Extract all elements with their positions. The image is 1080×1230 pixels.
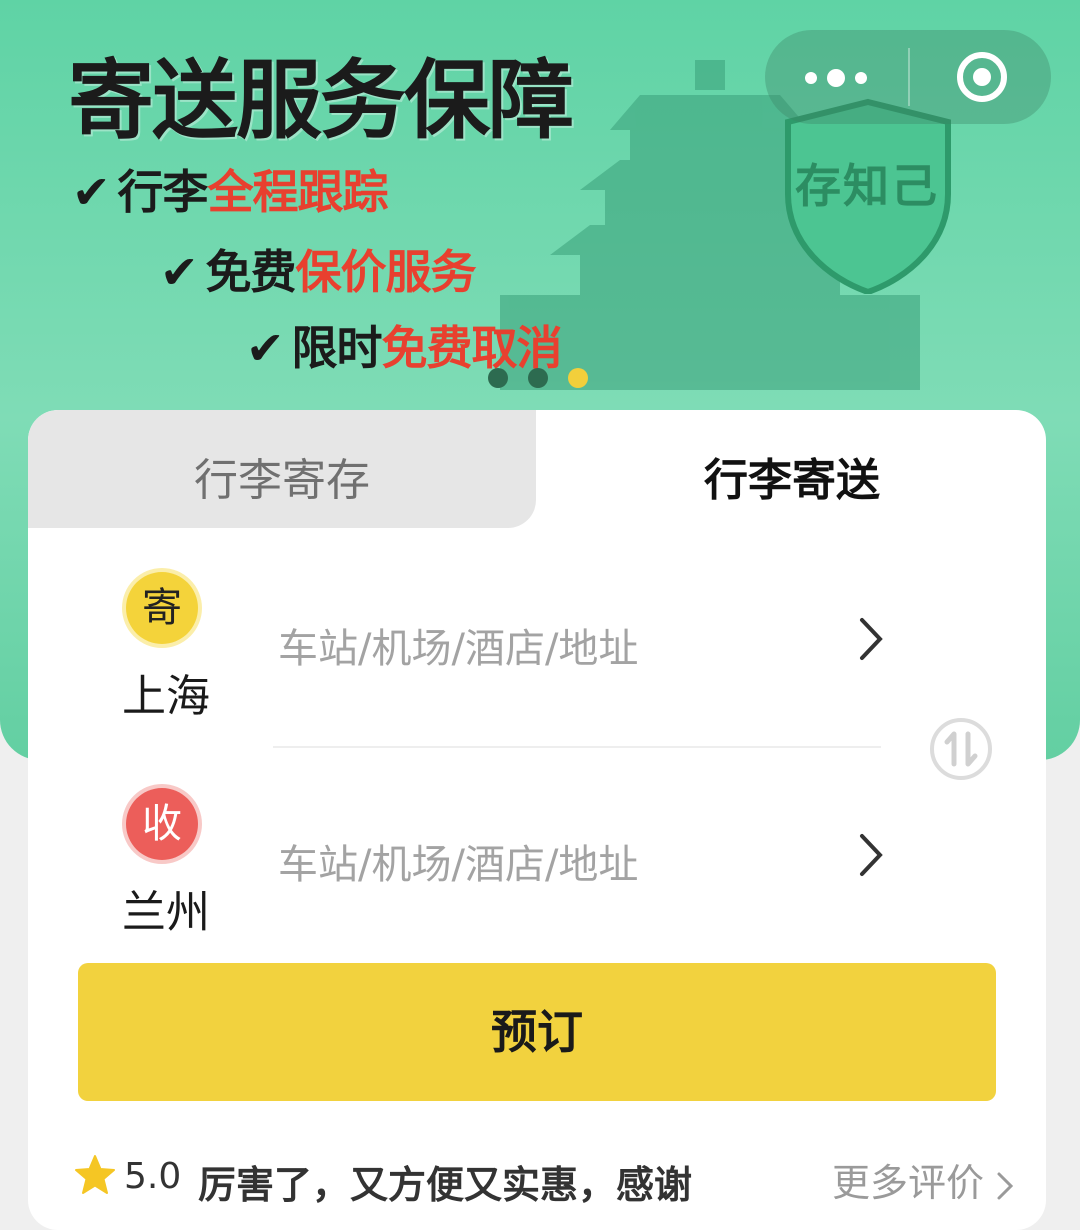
feature-prefix: 免费 [205, 245, 297, 299]
star-icon [75, 1155, 115, 1194]
receiver-address-input[interactable]: 车站/机场/酒店/地址 [278, 832, 638, 890]
feature-prefix: 行李 [117, 165, 209, 219]
chevron-right-icon[interactable] [856, 616, 886, 662]
feature-insurance: ✔ 免费保价服务 [160, 236, 477, 302]
check-icon: ✔ [160, 245, 199, 299]
check-icon: ✔ [72, 165, 111, 219]
shield-logo-text: 存知己 [795, 159, 939, 213]
feature-highlight: 保价服务 [295, 245, 477, 299]
chevron-right-icon[interactable] [856, 832, 886, 878]
carousel-dot-active[interactable] [568, 368, 588, 388]
capsule-divider [908, 48, 910, 106]
carousel-dot[interactable] [488, 368, 508, 388]
feature-highlight: 全程跟踪 [207, 165, 389, 219]
sender-badge: 寄 [126, 572, 198, 644]
tab-shipping-label[interactable]: 行李寄送 [704, 444, 880, 508]
chevron-right-icon[interactable] [996, 1171, 1014, 1201]
mini-program-capsule [765, 30, 1051, 124]
review-text: 厉害了，又方便又实惠，感谢 [198, 1163, 693, 1207]
booking-card: 行李寄存 行李寄送 寄 上海 车站/机场/酒店/地址 收 兰州 车站/机场/酒店… [28, 410, 1046, 1230]
feature-prefix: 限时 [291, 321, 383, 375]
tab-storage-label[interactable]: 行李寄存 [194, 444, 370, 508]
carousel-dot[interactable] [528, 368, 548, 388]
more-dots-icon[interactable] [803, 66, 873, 90]
address-divider [273, 746, 881, 748]
sender-address-input[interactable]: 车站/机场/酒店/地址 [278, 616, 638, 674]
review-score: 5.0 [124, 1156, 182, 1197]
receiver-badge: 收 [126, 788, 198, 860]
more-reviews-label[interactable]: 更多评价 [832, 1161, 984, 1205]
feature-tracking: ✔ 行李全程跟踪 [72, 156, 389, 222]
feature-highlight: 免费取消 [381, 321, 563, 375]
banner-title: 寄送服务保障 [68, 51, 574, 151]
book-button[interactable]: 预订 [78, 963, 996, 1101]
sender-city[interactable]: 上海 [122, 660, 210, 724]
receiver-city[interactable]: 兰州 [122, 876, 210, 940]
carousel-indicator [488, 368, 588, 388]
check-icon: ✔ [246, 321, 285, 375]
more-reviews-link[interactable]: 更多评价 [832, 1152, 1014, 1207]
swap-icon[interactable] [928, 716, 994, 782]
target-icon[interactable] [955, 50, 1009, 104]
